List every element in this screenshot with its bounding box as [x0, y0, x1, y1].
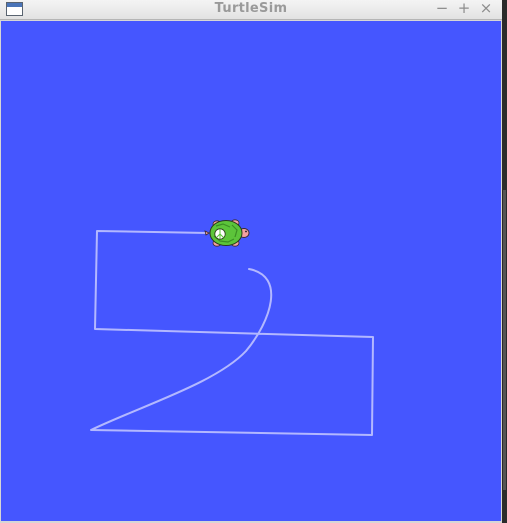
title-bar[interactable]: TurtleSim − + × [0, 0, 502, 20]
turtlesim-window: TurtleSim − + × [0, 0, 503, 523]
turtle-canvas [1, 21, 501, 521]
close-button[interactable]: × [478, 0, 494, 18]
turtle-icon [204, 219, 250, 247]
scrollbar-thumb[interactable] [503, 190, 506, 490]
drawing-surface [90, 219, 374, 436]
minimize-button[interactable]: − [434, 0, 450, 18]
window-title: TurtleSim [214, 1, 288, 16]
pen-trail [90, 230, 374, 436]
maximize-button[interactable]: + [456, 0, 472, 18]
